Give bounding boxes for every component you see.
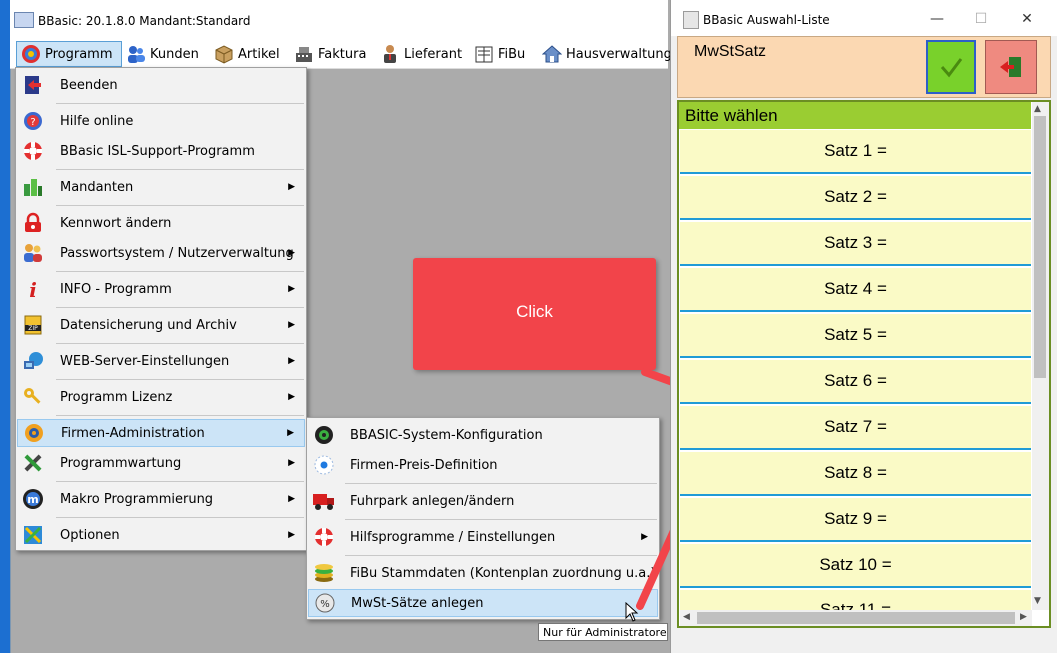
list-item[interactable]: Satz 7 =: [680, 406, 1031, 450]
list-header: Bitte wählen: [679, 102, 1031, 129]
scroll-left-icon[interactable]: ◀: [683, 612, 690, 622]
list-item[interactable]: Satz 3 =: [680, 222, 1031, 266]
list-item[interactable]: Satz 4 =: [680, 268, 1031, 312]
exit-door-icon: [1000, 57, 1021, 77]
list-item[interactable]: Satz 5 =: [680, 314, 1031, 358]
exit-button[interactable]: [985, 40, 1037, 94]
list-item[interactable]: Satz 2 =: [680, 176, 1031, 220]
close-button[interactable]: ✕: [1012, 6, 1042, 32]
selection-window-title: BBasic Auswahl-Liste: [703, 13, 830, 27]
list-item[interactable]: Satz 1 =: [680, 130, 1031, 174]
list-item[interactable]: Satz 10 =: [680, 544, 1031, 588]
horizontal-scroll-thumb[interactable]: [697, 612, 1015, 624]
scroll-right-icon[interactable]: ▶: [1020, 612, 1027, 622]
scroll-down-icon[interactable]: ▼: [1034, 596, 1041, 606]
list-item[interactable]: Satz 11 =: [680, 590, 1031, 610]
minimize-button[interactable]: —: [922, 6, 952, 32]
window-icon: [683, 11, 699, 29]
check-icon: [940, 58, 963, 78]
list-item[interactable]: Satz 9 =: [680, 498, 1031, 542]
list-item[interactable]: Satz 8 =: [680, 452, 1031, 496]
scroll-up-icon[interactable]: ▲: [1034, 104, 1041, 114]
maximize-button[interactable]: ☐: [966, 6, 996, 32]
vertical-scroll-thumb[interactable]: [1034, 116, 1046, 378]
ok-button[interactable]: [926, 40, 976, 94]
list-item[interactable]: Satz 6 =: [680, 360, 1031, 404]
field-label: MwStSatz: [694, 43, 767, 60]
